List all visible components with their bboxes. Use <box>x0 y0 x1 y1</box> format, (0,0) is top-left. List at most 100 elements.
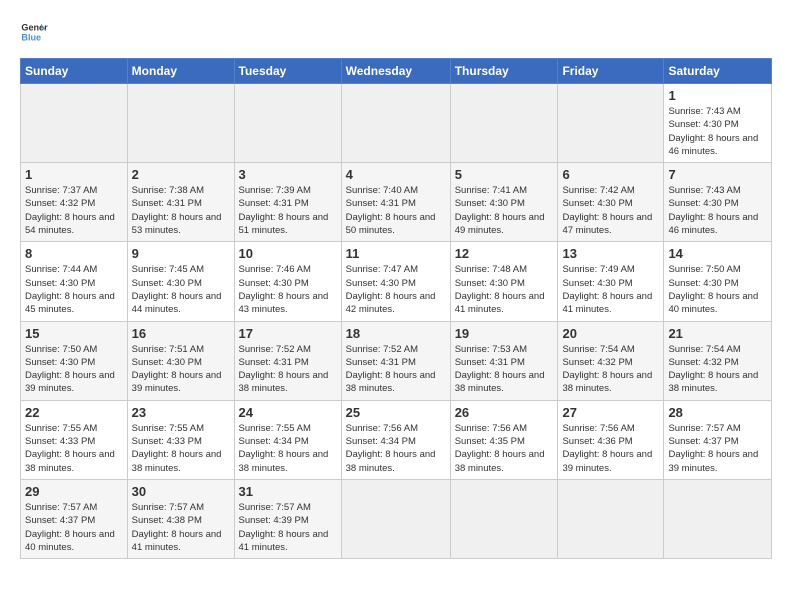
calendar-cell: 31 Sunrise: 7:57 AM Sunset: 4:39 PM Dayl… <box>234 479 341 558</box>
day-info: Sunrise: 7:49 AM Sunset: 4:30 PM Dayligh… <box>562 263 659 316</box>
weekday-header: Wednesday <box>341 59 450 84</box>
day-info: Sunrise: 7:45 AM Sunset: 4:30 PM Dayligh… <box>132 263 230 316</box>
sunrise-label: Sunrise: 7:39 AM <box>239 185 311 196</box>
day-number: 7 <box>668 167 767 182</box>
day-number: 28 <box>668 405 767 420</box>
day-info: Sunrise: 7:39 AM Sunset: 4:31 PM Dayligh… <box>239 184 337 237</box>
day-info: Sunrise: 7:50 AM Sunset: 4:30 PM Dayligh… <box>25 343 123 396</box>
sunset-label: Sunset: 4:30 PM <box>562 278 632 289</box>
calendar-cell: 9 Sunrise: 7:45 AM Sunset: 4:30 PM Dayli… <box>127 242 234 321</box>
day-info: Sunrise: 7:38 AM Sunset: 4:31 PM Dayligh… <box>132 184 230 237</box>
day-info: Sunrise: 7:41 AM Sunset: 4:30 PM Dayligh… <box>455 184 554 237</box>
sunset-label: Sunset: 4:33 PM <box>132 436 202 447</box>
daylight-label: Daylight: 8 hours and 53 minutes. <box>132 212 222 236</box>
weekday-header: Sunday <box>21 59 128 84</box>
sunrise-label: Sunrise: 7:43 AM <box>668 106 740 117</box>
day-info: Sunrise: 7:43 AM Sunset: 4:30 PM Dayligh… <box>668 105 767 158</box>
day-info: Sunrise: 7:51 AM Sunset: 4:30 PM Dayligh… <box>132 343 230 396</box>
day-info: Sunrise: 7:57 AM Sunset: 4:37 PM Dayligh… <box>25 501 123 554</box>
day-number: 5 <box>455 167 554 182</box>
daylight-label: Daylight: 8 hours and 38 minutes. <box>562 370 652 394</box>
weekday-header: Tuesday <box>234 59 341 84</box>
calendar-cell: 5 Sunrise: 7:41 AM Sunset: 4:30 PM Dayli… <box>450 163 558 242</box>
sunrise-label: Sunrise: 7:37 AM <box>25 185 97 196</box>
calendar-cell: 4 Sunrise: 7:40 AM Sunset: 4:31 PM Dayli… <box>341 163 450 242</box>
daylight-label: Daylight: 8 hours and 38 minutes. <box>132 449 222 473</box>
daylight-label: Daylight: 8 hours and 41 minutes. <box>132 529 222 553</box>
day-info: Sunrise: 7:40 AM Sunset: 4:31 PM Dayligh… <box>346 184 446 237</box>
sunrise-label: Sunrise: 7:46 AM <box>239 264 311 275</box>
daylight-label: Daylight: 8 hours and 45 minutes. <box>25 291 115 315</box>
calendar-header-row: SundayMondayTuesdayWednesdayThursdayFrid… <box>21 59 772 84</box>
calendar-cell <box>341 84 450 163</box>
sunrise-label: Sunrise: 7:51 AM <box>132 344 204 355</box>
sunrise-label: Sunrise: 7:45 AM <box>132 264 204 275</box>
sunrise-label: Sunrise: 7:56 AM <box>455 423 527 434</box>
svg-text:Blue: Blue <box>21 32 41 42</box>
day-number: 22 <box>25 405 123 420</box>
page: General Blue SundayMondayTuesdayWednesda… <box>0 0 792 569</box>
sunrise-label: Sunrise: 7:40 AM <box>346 185 418 196</box>
sunset-label: Sunset: 4:30 PM <box>25 357 95 368</box>
calendar-cell <box>234 84 341 163</box>
sunrise-label: Sunrise: 7:53 AM <box>455 344 527 355</box>
sunset-label: Sunset: 4:32 PM <box>668 357 738 368</box>
daylight-label: Daylight: 8 hours and 38 minutes. <box>668 370 758 394</box>
daylight-label: Daylight: 8 hours and 41 minutes. <box>562 291 652 315</box>
day-number: 12 <box>455 246 554 261</box>
day-number: 3 <box>239 167 337 182</box>
sunset-label: Sunset: 4:30 PM <box>132 278 202 289</box>
day-number: 1 <box>25 167 123 182</box>
daylight-label: Daylight: 8 hours and 39 minutes. <box>562 449 652 473</box>
calendar-week-row: 22 Sunrise: 7:55 AM Sunset: 4:33 PM Dayl… <box>21 400 772 479</box>
day-info: Sunrise: 7:56 AM Sunset: 4:36 PM Dayligh… <box>562 422 659 475</box>
sunrise-label: Sunrise: 7:50 AM <box>668 264 740 275</box>
daylight-label: Daylight: 8 hours and 49 minutes. <box>455 212 545 236</box>
sunrise-label: Sunrise: 7:54 AM <box>668 344 740 355</box>
sunset-label: Sunset: 4:31 PM <box>239 357 309 368</box>
day-number: 19 <box>455 326 554 341</box>
calendar-week-row: 1 Sunrise: 7:37 AM Sunset: 4:32 PM Dayli… <box>21 163 772 242</box>
day-info: Sunrise: 7:55 AM Sunset: 4:33 PM Dayligh… <box>132 422 230 475</box>
calendar-cell: 28 Sunrise: 7:57 AM Sunset: 4:37 PM Dayl… <box>664 400 772 479</box>
daylight-label: Daylight: 8 hours and 50 minutes. <box>346 212 436 236</box>
calendar-cell: 23 Sunrise: 7:55 AM Sunset: 4:33 PM Dayl… <box>127 400 234 479</box>
day-info: Sunrise: 7:57 AM Sunset: 4:39 PM Dayligh… <box>239 501 337 554</box>
sunset-label: Sunset: 4:37 PM <box>668 436 738 447</box>
sunrise-label: Sunrise: 7:41 AM <box>455 185 527 196</box>
sunrise-label: Sunrise: 7:55 AM <box>239 423 311 434</box>
day-number: 13 <box>562 246 659 261</box>
weekday-header: Friday <box>558 59 664 84</box>
sunrise-label: Sunrise: 7:57 AM <box>239 502 311 513</box>
calendar-cell <box>558 84 664 163</box>
calendar-body: 1 Sunrise: 7:43 AM Sunset: 4:30 PM Dayli… <box>21 84 772 559</box>
daylight-label: Daylight: 8 hours and 38 minutes. <box>25 449 115 473</box>
daylight-label: Daylight: 8 hours and 38 minutes. <box>346 370 436 394</box>
daylight-label: Daylight: 8 hours and 38 minutes. <box>455 370 545 394</box>
day-number: 16 <box>132 326 230 341</box>
calendar-cell: 27 Sunrise: 7:56 AM Sunset: 4:36 PM Dayl… <box>558 400 664 479</box>
day-number: 15 <box>25 326 123 341</box>
calendar-cell: 3 Sunrise: 7:39 AM Sunset: 4:31 PM Dayli… <box>234 163 341 242</box>
daylight-label: Daylight: 8 hours and 41 minutes. <box>455 291 545 315</box>
daylight-label: Daylight: 8 hours and 40 minutes. <box>25 529 115 553</box>
day-info: Sunrise: 7:46 AM Sunset: 4:30 PM Dayligh… <box>239 263 337 316</box>
calendar-cell <box>127 84 234 163</box>
daylight-label: Daylight: 8 hours and 46 minutes. <box>668 212 758 236</box>
weekday-header: Saturday <box>664 59 772 84</box>
sunrise-label: Sunrise: 7:44 AM <box>25 264 97 275</box>
sunset-label: Sunset: 4:31 PM <box>455 357 525 368</box>
daylight-label: Daylight: 8 hours and 38 minutes. <box>239 449 329 473</box>
sunrise-label: Sunrise: 7:52 AM <box>346 344 418 355</box>
sunset-label: Sunset: 4:31 PM <box>346 357 416 368</box>
sunset-label: Sunset: 4:34 PM <box>239 436 309 447</box>
day-number: 8 <box>25 246 123 261</box>
day-number: 21 <box>668 326 767 341</box>
calendar-cell: 22 Sunrise: 7:55 AM Sunset: 4:33 PM Dayl… <box>21 400 128 479</box>
daylight-label: Daylight: 8 hours and 46 minutes. <box>668 133 758 157</box>
day-number: 31 <box>239 484 337 499</box>
sunset-label: Sunset: 4:31 PM <box>132 198 202 209</box>
day-info: Sunrise: 7:52 AM Sunset: 4:31 PM Dayligh… <box>239 343 337 396</box>
sunset-label: Sunset: 4:30 PM <box>132 357 202 368</box>
daylight-label: Daylight: 8 hours and 51 minutes. <box>239 212 329 236</box>
